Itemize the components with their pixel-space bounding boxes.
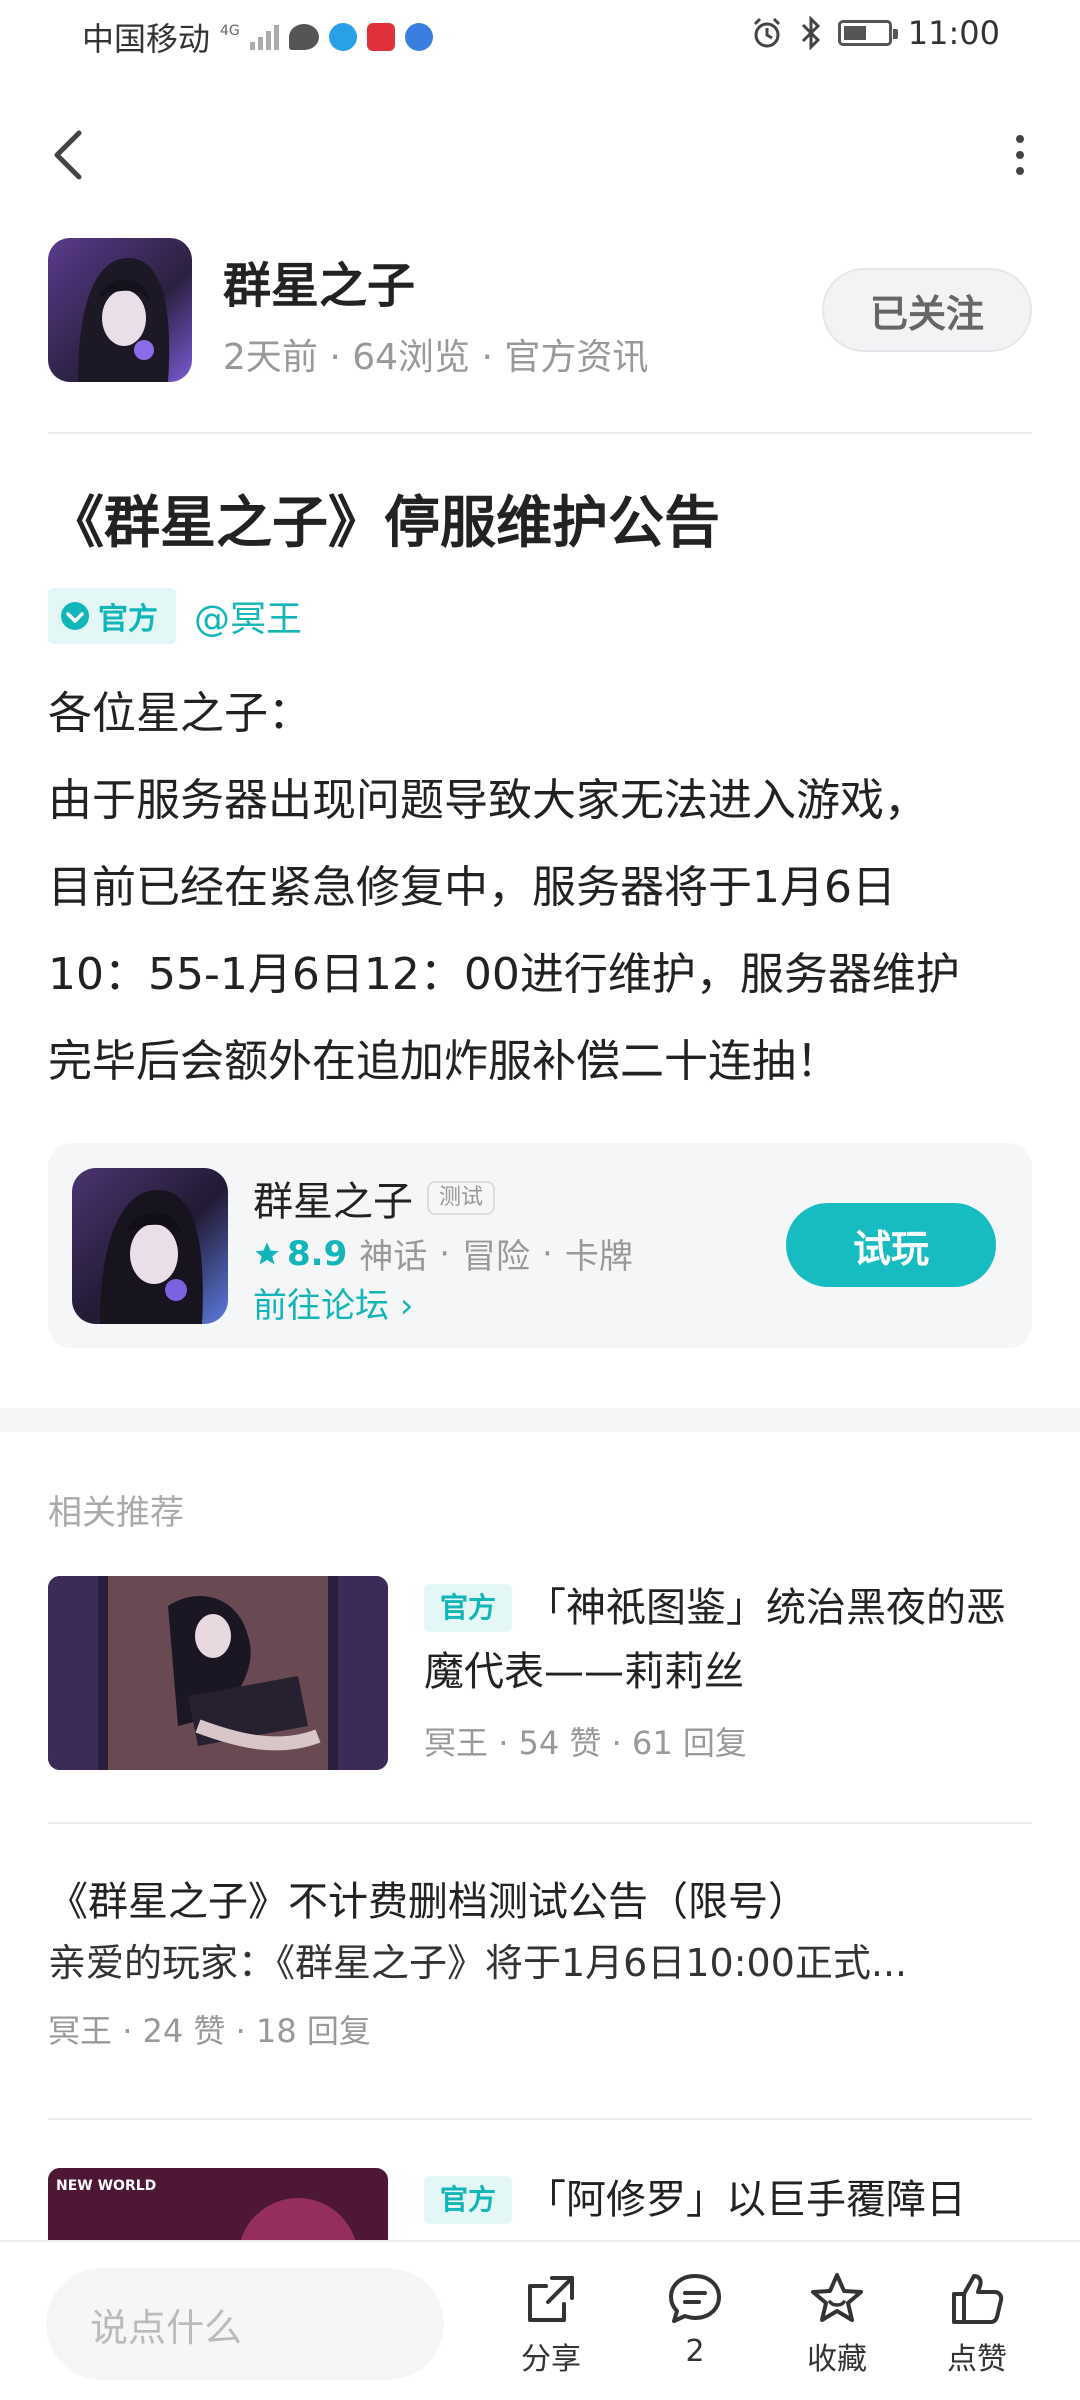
- author-mention[interactable]: @冥王: [194, 590, 302, 642]
- game-title-row: 群星之子 测试: [253, 1169, 496, 1227]
- chevron-right-icon: ›: [399, 1286, 414, 1326]
- globe-app-icon: [404, 23, 433, 51]
- like-button[interactable]: 点赞: [922, 2270, 1032, 2378]
- official-badge: 官方: [424, 2176, 513, 2224]
- official-label: 官方: [98, 602, 158, 637]
- message-app-icon: [288, 24, 319, 50]
- favorite-label: 收藏: [807, 2342, 867, 2377]
- author-header: 群星之子 2天前 · 64浏览 · 官方资讯 已关注: [48, 238, 1032, 388]
- comment-input[interactable]: 说点什么: [46, 2268, 444, 2380]
- related-text: 官方 「阿修罗」以巨手覆障日: [424, 2168, 1032, 2232]
- body-line: 由于服务器出现问题导致大家无法进入游戏，: [48, 775, 928, 826]
- post-meta: 2天前 · 64浏览 · 官方资讯: [223, 337, 649, 378]
- divider: [48, 2118, 1032, 2120]
- author-name[interactable]: 群星之子: [223, 246, 415, 316]
- official-badge: 官方: [48, 588, 176, 644]
- status-right: 11:00: [750, 14, 1000, 52]
- official-badge: 官方: [424, 1584, 513, 1632]
- game-name[interactable]: 群星之子: [253, 1169, 413, 1227]
- view-count: 64浏览: [352, 337, 471, 378]
- related-item[interactable]: 官方 「神祇图鉴」统治黑夜的恶魔代表——莉莉丝 冥王 · 54 赞 · 61 回复: [48, 1576, 1032, 1770]
- genre-tag: 神话: [359, 1237, 428, 1277]
- post-category: 官方资讯: [504, 337, 649, 378]
- thumbs-up-icon: [952, 2274, 1004, 2324]
- forum-link[interactable]: 前往论坛 ›: [253, 1278, 413, 1327]
- related-author: 冥王: [424, 1724, 489, 1762]
- divider: [48, 432, 1032, 434]
- related-meta: 冥王 · 54 赞 · 61 回复: [424, 1724, 747, 1762]
- like-count: 54 赞: [518, 1724, 602, 1762]
- heart-check-icon: [61, 602, 89, 630]
- related-text: 官方 「神祇图鉴」统治黑夜的恶魔代表——莉莉丝 冥王 · 54 赞 · 61 回复: [424, 1576, 1032, 1764]
- related-item[interactable]: 《群星之子》不计费删档测试公告（限号） 亲爱的玩家：《群星之子》将于1月6日10…: [48, 1872, 1032, 2052]
- star-outline-icon: [811, 2273, 863, 2322]
- game-card[interactable]: 群星之子 测试 8.9 神话 · 冒险 · 卡牌 前往论坛 › 试玩: [48, 1143, 1032, 1348]
- thumbnail-logo-text: NEW WORLD: [56, 2178, 156, 2194]
- article-tags: 官方 @冥王: [48, 588, 302, 644]
- back-icon[interactable]: [45, 125, 95, 185]
- battery-icon: [837, 20, 898, 46]
- post-time: 2天前: [223, 337, 318, 378]
- body-line: 目前已经在紧急修复中，服务器将于1月6日: [48, 862, 896, 913]
- network-type: 4G: [220, 23, 240, 39]
- headline-text: 「阿修罗」以巨手覆障日: [526, 2177, 967, 2223]
- browser-app-icon: [328, 23, 357, 51]
- reply-count: 61 回复: [631, 1724, 747, 1762]
- game-info: 8.9 神话 · 冒险 · 卡牌: [253, 1229, 633, 1278]
- related-headline[interactable]: 官方 「神祇图鉴」统治黑夜的恶魔代表——莉莉丝: [424, 1576, 1032, 1704]
- book-app-icon: [366, 23, 395, 51]
- more-options-icon[interactable]: [1000, 125, 1040, 185]
- carrier-label: 中国移动: [82, 20, 211, 58]
- section-separator: [0, 1408, 1080, 1432]
- related-excerpt: 亲爱的玩家：《群星之子》将于1月6日10:00正式...: [48, 1941, 908, 1985]
- genre-tag: 卡牌: [564, 1237, 633, 1277]
- genre-tag: 冒险: [462, 1237, 531, 1277]
- clock: 11:00: [907, 14, 1000, 52]
- related-headline[interactable]: 官方 「阿修罗」以巨手覆障日: [424, 2168, 1032, 2232]
- related-title[interactable]: 《群星之子》不计费删档测试公告（限号）: [48, 1872, 1032, 1932]
- alarm-icon: [753, 17, 780, 48]
- bottom-action-bar: 说点什么 分享 2 收藏 点赞: [0, 2240, 1080, 2400]
- comment-icon: [669, 2274, 721, 2323]
- avatar[interactable]: [48, 238, 192, 382]
- signal-icon: [249, 24, 279, 50]
- game-rating: 8.9: [253, 1234, 347, 1274]
- rating-value: 8.9: [287, 1233, 348, 1274]
- follow-button[interactable]: 已关注: [822, 268, 1032, 352]
- bluetooth-icon: [801, 16, 820, 50]
- like-label: 点赞: [947, 2342, 1007, 2377]
- reply-count: 18 回复: [255, 2012, 371, 2050]
- try-play-button[interactable]: 试玩: [786, 1203, 996, 1287]
- forum-link-label: 前往论坛: [253, 1286, 389, 1326]
- share-button[interactable]: 分享: [496, 2270, 606, 2378]
- article-body: 各位星之子： 由于服务器出现问题导致大家无法进入游戏， 目前已经在紧急修复中，服…: [48, 670, 1040, 1105]
- comment-count: 2: [685, 2334, 705, 2369]
- like-count: 24 赞: [142, 2012, 226, 2050]
- body-line: 10：55-1月6日12：00进行维护，服务器维护: [48, 949, 960, 1000]
- related-author: 冥王: [48, 2012, 113, 2050]
- comment-button[interactable]: 2: [640, 2270, 750, 2369]
- game-icon[interactable]: [72, 1168, 228, 1324]
- game-status-tag: 测试: [427, 1181, 496, 1215]
- status-left: 中国移动 4G: [82, 14, 433, 60]
- divider: [48, 1822, 1032, 1824]
- status-bar: 中国移动 4G 11:00: [0, 0, 1080, 80]
- favorite-button[interactable]: 收藏: [782, 2270, 892, 2378]
- body-line: 各位星之子：: [48, 688, 312, 739]
- share-icon: [528, 2276, 574, 2322]
- related-thumbnail[interactable]: [48, 1576, 388, 1770]
- top-nav: [0, 115, 1080, 195]
- related-meta: 冥王 · 24 赞 · 18 回复: [48, 2012, 371, 2050]
- body-line: 完毕后会额外在追加炸服补偿二十连抽！: [48, 1036, 840, 1087]
- article-title: 《群星之子》停服维护公告: [48, 491, 720, 556]
- share-label: 分享: [521, 2342, 581, 2377]
- related-section-title: 相关推荐: [48, 1493, 184, 1533]
- star-icon: [255, 1241, 279, 1264]
